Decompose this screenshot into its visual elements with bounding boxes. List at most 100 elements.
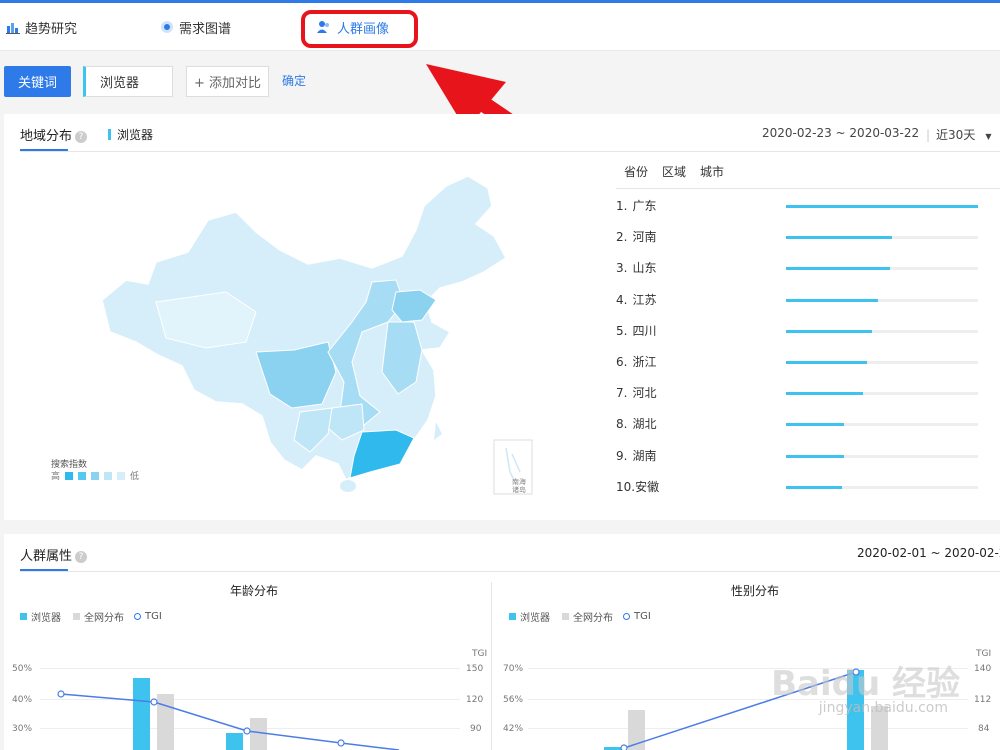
legend-swatch: [117, 471, 126, 480]
ranking-row[interactable]: 5. 四川: [616, 322, 996, 342]
legend-swatch: [104, 471, 113, 480]
ranking-name: 山东: [632, 261, 657, 276]
ranking-name: 湖北: [632, 417, 657, 432]
ranking-track: [786, 423, 978, 427]
subtab-province[interactable]: 省份: [624, 163, 648, 180]
ranking-bar: [786, 485, 842, 489]
ranking-divider: [616, 188, 1000, 189]
nav-demand[interactable]: 需求图谱: [160, 17, 231, 37]
ranking-label: 10.安徽: [616, 478, 659, 495]
top-nav: 趋势研究 需求图谱 人群画像: [0, 3, 1000, 51]
ranking-track: [786, 205, 978, 208]
tgi-point[interactable]: [337, 739, 345, 747]
region-tab[interactable]: 地域分布?: [20, 125, 88, 144]
chart-icon: [6, 23, 20, 34]
tgi-point[interactable]: [243, 727, 251, 735]
ranking-bar: [786, 423, 844, 427]
nav-demand-label: 需求图谱: [179, 21, 232, 37]
tgi-point[interactable]: [150, 698, 158, 706]
watermark: Baidu 经验: [771, 664, 960, 704]
ranking-track: [786, 485, 978, 489]
ranking-rank: 10.: [616, 479, 636, 494]
ranking-label: 7. 河北: [616, 384, 656, 401]
ranking-label: 9. 湖南: [616, 447, 656, 464]
ranking-row[interactable]: 4. 江苏: [616, 291, 996, 311]
confirm-link[interactable]: 确定: [282, 72, 306, 89]
tgi-point[interactable]: [620, 744, 628, 750]
ranking-rank: 2.: [616, 230, 628, 245]
ranking-name: 浙江: [632, 355, 657, 369]
subtab-city[interactable]: 城市: [700, 163, 724, 180]
series-marker: [108, 129, 111, 140]
ranking-track: [786, 298, 978, 302]
ranking-label: 6. 浙江: [616, 353, 656, 370]
ranking-label: 2. 河南: [616, 228, 656, 245]
ranking-row[interactable]: 9. 湖南: [616, 447, 996, 467]
help-icon[interactable]: ?: [75, 130, 88, 143]
ranking-row[interactable]: 6. 浙江: [616, 353, 996, 373]
ranking-track: [786, 329, 978, 333]
period-label: 近30天: [936, 128, 976, 142]
tgi-point[interactable]: [57, 690, 65, 698]
ranking-rank: 3.: [616, 261, 628, 276]
ranking-label: 8. 湖北: [616, 415, 656, 432]
region-panel: 地域分布? 浏览器 2020-02-23 ~ 2020-03-22 | 近30天 ▼…: [4, 114, 1000, 520]
ranking-rank: 1.: [616, 199, 628, 213]
region-divider: [20, 151, 1000, 152]
nav-trend[interactable]: 趋势研究: [6, 17, 77, 37]
period-select[interactable]: | 近30天 ▼: [926, 126, 991, 143]
ranking-track: [786, 236, 978, 240]
keyword-button[interactable]: 关键词: [4, 66, 71, 97]
crowd-panel: 人群属性? 2020-02-01 ~ 2020-02-29 年龄分布 性别分布 …: [4, 534, 1000, 750]
ranking-rank: 9.: [616, 448, 628, 463]
highlight-annotation: [301, 10, 418, 48]
region-series-label: 浏览器: [117, 128, 154, 142]
legend-swatch: [91, 471, 100, 480]
nav-trend-label: 趋势研究: [25, 21, 78, 37]
inset-label: 南海诸岛: [512, 478, 526, 494]
ranking-row[interactable]: 1. 广东: [616, 197, 996, 217]
add-compare-button[interactable]: + 添加对比: [186, 66, 269, 97]
legend-swatch: [78, 471, 87, 480]
china-map: [101, 175, 533, 495]
age-tgi-line: [57, 690, 400, 750]
ranking-bar: [786, 267, 890, 271]
region-title: 地域分布: [20, 129, 73, 144]
ranking-name: 湖南: [632, 448, 657, 463]
gender-tgi-line: [620, 668, 860, 750]
ranking-bar: [786, 205, 978, 208]
ranking-label: 1. 广东: [616, 197, 656, 214]
ranking-bar: [786, 236, 892, 240]
legend-high: 高: [51, 472, 61, 482]
ranking-bar: [786, 454, 844, 458]
ranking-track: [786, 361, 978, 364]
ranking-label: 4. 江苏: [616, 291, 656, 308]
ranking-name: 河北: [632, 386, 657, 401]
ranking-track: [786, 267, 978, 271]
ranking-row[interactable]: 3. 山东: [616, 259, 996, 279]
map-legend: 高 低: [51, 469, 139, 482]
ranking-bar: [786, 361, 867, 364]
ranking-bar: [786, 298, 879, 302]
watermark-url: jingyan.baidu.com: [818, 700, 948, 716]
ranking-row[interactable]: 8. 湖北: [616, 415, 996, 435]
region-date-range: 2020-02-23 ~ 2020-03-22: [762, 126, 920, 140]
ranking-name: 安徽: [635, 479, 660, 494]
ranking-label: 3. 山东: [616, 259, 656, 276]
subtab-area[interactable]: 区域: [662, 163, 686, 180]
ranking-row[interactable]: 7. 河北: [616, 384, 996, 404]
ranking-bar: [786, 329, 873, 333]
ranking-rank: 8.: [616, 417, 628, 432]
ranking-rank: 6.: [616, 355, 628, 369]
legend-low: 低: [130, 472, 140, 482]
keyword-input[interactable]: 浏览器: [83, 66, 173, 97]
ranking-row[interactable]: 10.安徽: [616, 478, 996, 498]
ranking-rank: 7.: [616, 386, 628, 401]
ranking-rank: 4.: [616, 292, 628, 307]
ranking-track: [786, 454, 978, 458]
region-series: 浏览器: [108, 126, 153, 143]
ranking-label: 5. 四川: [616, 322, 656, 339]
ranking-row[interactable]: 2. 河南: [616, 228, 996, 248]
ranking-bar: [786, 392, 863, 396]
ranking-track: [786, 392, 978, 396]
